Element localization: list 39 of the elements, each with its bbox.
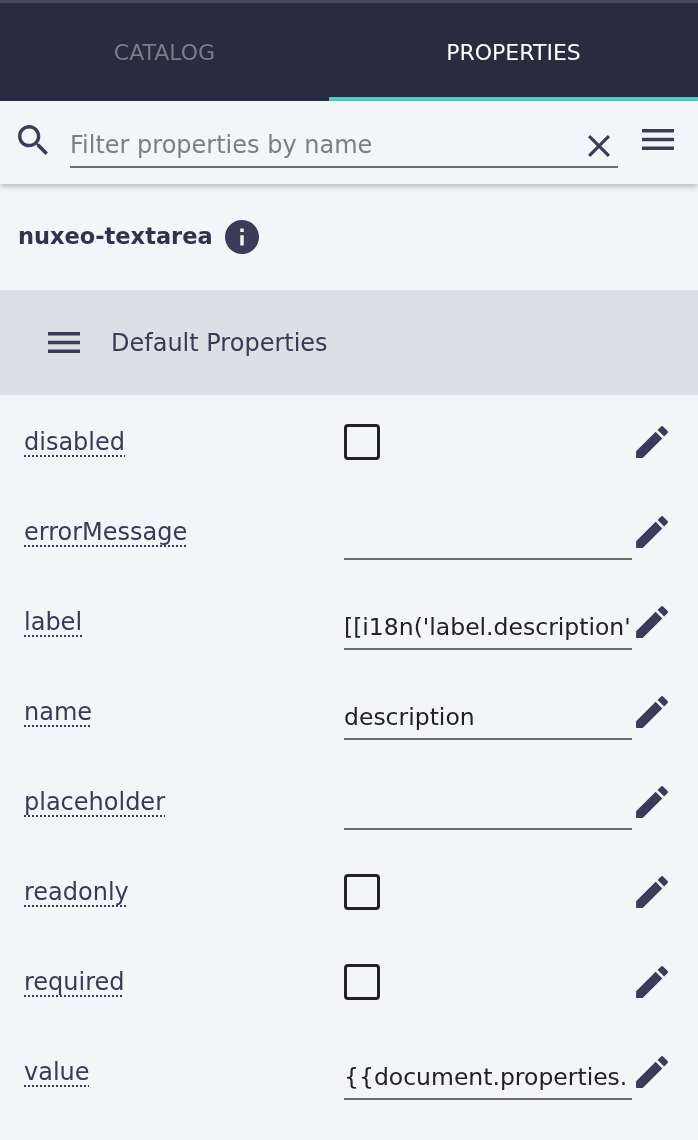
edit-button[interactable] (636, 606, 668, 638)
search-field[interactable]: Filter properties by name (70, 123, 618, 168)
text-field[interactable]: description (344, 690, 632, 740)
property-name: readonly (24, 877, 129, 908)
property-name: required (24, 967, 125, 998)
edit-button[interactable] (636, 1056, 668, 1088)
pencil-icon (636, 966, 668, 998)
pencil-icon (636, 606, 668, 638)
text-field[interactable]: [[i18n('label.description' (344, 600, 632, 650)
menu-icon[interactable] (642, 129, 674, 150)
property-name: name (24, 697, 93, 728)
pencil-icon (636, 426, 668, 458)
close-icon[interactable] (588, 134, 610, 157)
property-name: label (24, 607, 83, 638)
component-title: nuxeo-textarea (18, 222, 213, 252)
edit-button[interactable] (636, 876, 668, 908)
pencil-icon (636, 786, 668, 818)
edit-button[interactable] (636, 426, 668, 458)
pencil-icon (636, 516, 668, 548)
edit-button[interactable] (636, 516, 668, 548)
info-icon[interactable] (224, 220, 259, 254)
pencil-icon (636, 696, 668, 728)
checkbox[interactable] (344, 964, 380, 1000)
property-name: placeholder (24, 787, 165, 818)
text-field[interactable]: {{document.properties. (344, 1050, 632, 1100)
property-name: value (24, 1057, 90, 1088)
property-name: disabled (24, 427, 125, 458)
checkbox[interactable] (344, 424, 380, 460)
pencil-icon (636, 1056, 668, 1088)
checkbox[interactable] (344, 874, 380, 910)
property-name: errorMessage (24, 517, 188, 548)
section-title: Default Properties (111, 327, 328, 359)
menu-icon[interactable] (48, 332, 80, 353)
section-header[interactable]: Default Properties (0, 290, 698, 395)
edit-button[interactable] (636, 696, 668, 728)
edit-button[interactable] (636, 786, 668, 818)
pencil-icon (636, 876, 668, 908)
search-icon (18, 124, 48, 155)
edit-button[interactable] (636, 966, 668, 998)
